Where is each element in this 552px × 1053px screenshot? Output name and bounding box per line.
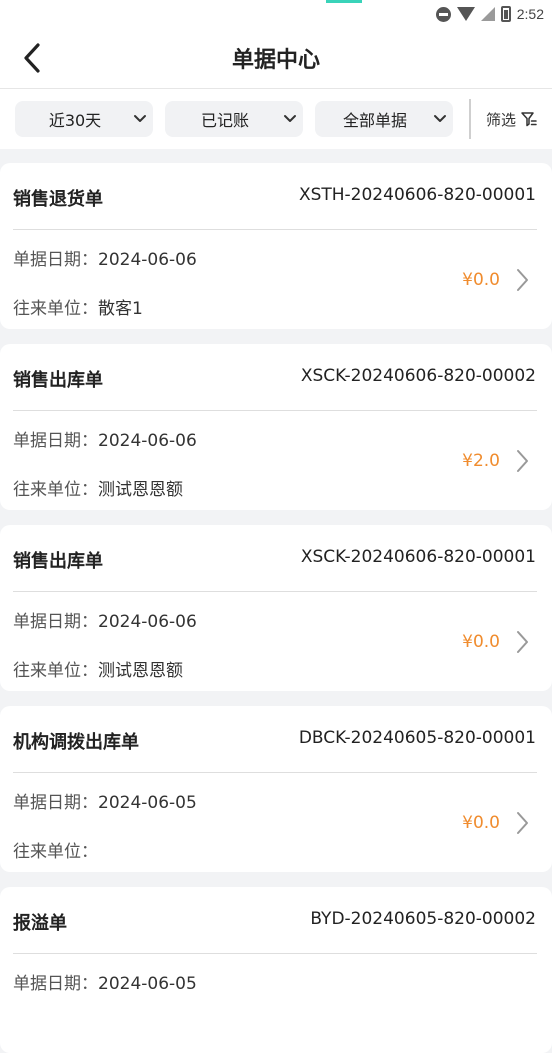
partner-value: 测试恩恩额 (98, 661, 183, 681)
status-time: 2:52 (516, 6, 544, 22)
document-amount: ¥0.0 (462, 632, 500, 652)
doc-type-dropdown-label: 全部单据 (342, 111, 407, 130)
document-partner: 往来单位：测试恩恩额 (13, 475, 183, 500)
document-amount: ¥2.0 (462, 451, 500, 471)
date-label: 单据日期： (13, 250, 98, 270)
chevron-right-icon (512, 449, 532, 473)
document-type: 报溢单 (13, 913, 67, 934)
document-date: 单据日期：2024-06-06 (13, 245, 197, 270)
period-dropdown[interactable]: 近30天 (15, 101, 153, 137)
date-label: 单据日期： (13, 612, 98, 632)
status-dropdown-label: 已记账 (200, 111, 249, 130)
document-type: 机构调拨出库单 (13, 732, 139, 753)
cell-signal-icon (480, 7, 495, 21)
card-divider (13, 591, 537, 592)
document-card[interactable]: 报溢单 BYD-20240605-820-00002 单据日期：2024-06-… (0, 887, 552, 1053)
document-amount: ¥0.0 (462, 270, 500, 290)
do-not-disturb-icon (435, 6, 451, 22)
document-card[interactable]: 销售出库单 XSCK-20240606-820-00001 单据日期：2024-… (0, 525, 552, 691)
document-card[interactable]: 销售退货单 XSTH-20240606-820-00001 单据日期：2024-… (0, 163, 552, 329)
date-value: 2024-06-06 (98, 250, 197, 270)
document-card[interactable]: 销售出库单 XSCK-20240606-820-00002 单据日期：2024-… (0, 344, 552, 510)
card-divider (13, 410, 537, 411)
date-label: 单据日期： (13, 431, 98, 451)
status-dropdown[interactable]: 已记账 (165, 101, 303, 137)
filter-bar: 近30天 已记账 全部单据 筛选 (0, 89, 552, 149)
document-number: XSTH-20240606-820-00001 (298, 185, 536, 205)
document-number: XSCK-20240606-820-00002 (300, 366, 536, 386)
filter-separator (469, 99, 471, 139)
document-date: 单据日期：2024-06-06 (13, 607, 197, 632)
document-partner: 往来单位： (13, 837, 98, 862)
doc-type-dropdown[interactable]: 全部单据 (315, 101, 453, 137)
card-divider (13, 953, 537, 954)
card-divider (13, 772, 537, 773)
funnel-icon (521, 112, 537, 127)
date-value: 2024-06-05 (98, 793, 197, 813)
document-date: 单据日期：2024-06-05 (13, 969, 197, 994)
partner-label: 往来单位： (13, 661, 98, 681)
chevron-down-icon (277, 114, 303, 124)
status-icons: 2:52 (435, 4, 544, 24)
document-card[interactable]: 机构调拨出库单 DBCK-20240605-820-00001 单据日期：202… (0, 706, 552, 872)
chevron-right-icon (512, 268, 532, 292)
date-label: 单据日期： (13, 793, 98, 813)
date-value: 2024-06-06 (98, 612, 197, 632)
partner-label: 往来单位： (13, 842, 98, 862)
wifi-icon (456, 7, 475, 21)
document-amount: ¥0.0 (462, 813, 500, 833)
card-divider (13, 229, 537, 230)
period-dropdown-label: 近30天 (48, 111, 102, 130)
partner-value: 散客1 (98, 299, 143, 319)
app-header: 单据中心 (0, 28, 552, 88)
document-partner: 往来单位：测试恩恩额 (13, 656, 183, 681)
status-accent-bar (326, 0, 362, 3)
chevron-right-icon (512, 630, 532, 654)
date-value: 2024-06-05 (98, 974, 197, 994)
chevron-right-icon (512, 811, 532, 835)
document-type: 销售退货单 (13, 189, 103, 210)
document-partner: 往来单位：散客1 (13, 294, 143, 319)
date-value: 2024-06-06 (98, 431, 197, 451)
chevron-down-icon (427, 114, 453, 124)
date-label: 单据日期： (13, 974, 98, 994)
document-number: XSCK-20240606-820-00001 (300, 547, 536, 567)
partner-value: 测试恩恩额 (98, 480, 183, 500)
document-date: 单据日期：2024-06-06 (13, 426, 197, 451)
document-type: 销售出库单 (13, 551, 103, 572)
battery-icon (500, 6, 511, 22)
page-title: 单据中心 (231, 48, 320, 73)
chevron-down-icon (127, 114, 153, 124)
status-bar: 2:52 (0, 0, 552, 28)
partner-label: 往来单位： (13, 299, 98, 319)
document-number: DBCK-20240605-820-00001 (298, 728, 536, 748)
document-type: 销售出库单 (13, 370, 103, 391)
partner-label: 往来单位： (13, 480, 98, 500)
document-date: 单据日期：2024-06-05 (13, 788, 197, 813)
filter-button[interactable]: 筛选 (486, 105, 538, 133)
filter-label: 筛选 (486, 110, 517, 129)
document-number: BYD-20240605-820-00002 (310, 909, 536, 929)
